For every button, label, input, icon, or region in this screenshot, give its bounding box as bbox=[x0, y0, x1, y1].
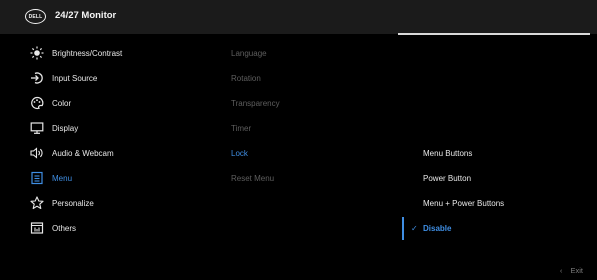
osd-title: 24/27 Monitor bbox=[55, 10, 117, 21]
submenu-item-label: Timer bbox=[231, 123, 252, 133]
brightness-icon bbox=[30, 46, 44, 60]
exit-label: Exit bbox=[570, 266, 583, 275]
submenu-item-label: Reset Menu bbox=[231, 173, 275, 183]
lock-option-menu-power-buttons[interactable]: Menu + Power Buttons bbox=[400, 193, 590, 213]
menu-item-label: Audio & Webcam bbox=[52, 148, 114, 158]
chevron-left-icon: ‹ bbox=[559, 266, 563, 275]
submenu-item-lock[interactable]: Lock bbox=[231, 143, 391, 163]
others-icon bbox=[30, 221, 44, 235]
menu-item-label: Menu bbox=[52, 173, 73, 183]
menu-item-label: Brightness/Contrast bbox=[52, 48, 123, 58]
menu-item-brightness-contrast[interactable]: Brightness/Contrast bbox=[0, 43, 200, 63]
lock-option-label: Power Button bbox=[423, 173, 472, 183]
checkmark-icon: ✓ bbox=[411, 223, 418, 233]
submenu-item-label: Lock bbox=[231, 148, 248, 158]
menu-item-label: Color bbox=[52, 98, 72, 108]
menu-item-menu[interactable]: Menu bbox=[0, 168, 200, 188]
menu-item-personalize[interactable]: Personalize bbox=[0, 193, 200, 213]
submenu-item-label: Transparency bbox=[231, 98, 280, 108]
menu-item-input-source[interactable]: Input Source bbox=[0, 68, 200, 88]
menu-item-label: Others bbox=[52, 223, 77, 233]
color-icon bbox=[30, 96, 44, 110]
submenu-item-label: Language bbox=[231, 48, 267, 58]
lock-option-power-button[interactable]: Power Button bbox=[400, 168, 590, 188]
menu-item-label: Display bbox=[52, 123, 79, 133]
submenu-item-reset-menu[interactable]: Reset Menu bbox=[231, 168, 391, 188]
lock-option-menu-buttons[interactable]: Menu Buttons bbox=[400, 143, 590, 163]
exit-button[interactable]: ‹ Exit bbox=[560, 266, 583, 275]
submenu-item-language[interactable]: Language bbox=[231, 43, 391, 63]
menu-icon bbox=[30, 171, 44, 185]
submenu-item-label: Rotation bbox=[231, 73, 261, 83]
input-source-icon bbox=[30, 71, 44, 85]
dell-logo: DELL bbox=[25, 9, 46, 24]
lock-option-disable[interactable]: ✓ Disable bbox=[400, 218, 590, 238]
menu-item-color[interactable]: Color bbox=[0, 93, 200, 113]
menu-item-label: Personalize bbox=[52, 198, 94, 208]
menu-item-audio-webcam[interactable]: Audio & Webcam bbox=[0, 143, 200, 163]
osd-header: DELL 24/27 Monitor bbox=[0, 0, 597, 35]
submenu-item-transparency[interactable]: Transparency bbox=[231, 93, 391, 113]
header-underline bbox=[398, 33, 590, 35]
lock-option-label: Menu + Power Buttons bbox=[423, 198, 505, 208]
display-icon bbox=[30, 121, 44, 135]
star-icon bbox=[30, 196, 44, 210]
menu-item-others[interactable]: Others bbox=[0, 218, 200, 238]
submenu-item-rotation[interactable]: Rotation bbox=[231, 68, 391, 88]
menu-item-label: Input Source bbox=[52, 73, 98, 83]
lock-option-label: Menu Buttons bbox=[423, 148, 473, 158]
audio-icon bbox=[30, 146, 44, 160]
submenu-item-timer[interactable]: Timer bbox=[231, 118, 391, 138]
menu-item-display[interactable]: Display bbox=[0, 118, 200, 138]
selection-indicator bbox=[402, 217, 404, 240]
lock-option-label: Disable bbox=[423, 223, 452, 233]
